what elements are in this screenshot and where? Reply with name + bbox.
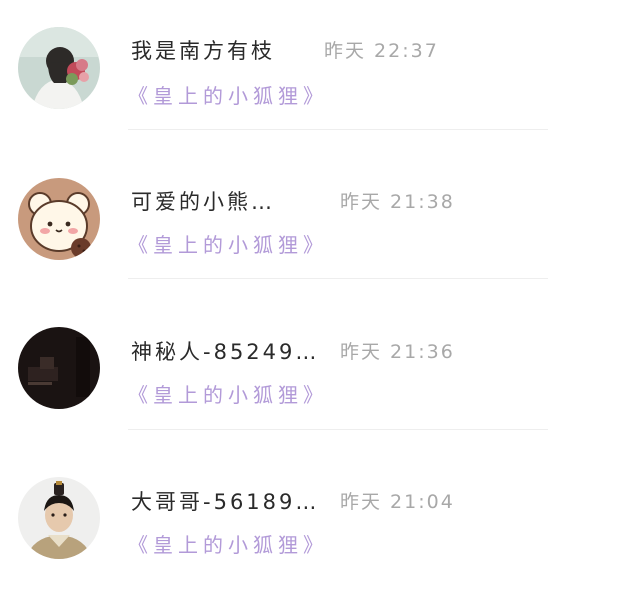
username[interactable]: 我是南方有枝: [131, 35, 275, 65]
username[interactable]: 大哥哥-56189…: [131, 486, 319, 516]
list-item[interactable]: 神秘人-85249… 昨天 21:36 《皇上的小狐狸》: [0, 300, 640, 450]
costume-prince-icon: [18, 477, 100, 559]
timestamp: 昨天 22:37: [324, 40, 439, 62]
divider: [128, 278, 548, 279]
book-title[interactable]: 《皇上的小狐狸》: [128, 80, 328, 109]
avatar[interactable]: [18, 178, 100, 260]
avatar[interactable]: [18, 327, 100, 409]
timestamp: 昨天 21:38: [340, 191, 455, 213]
list-item[interactable]: 我是南方有枝 昨天 22:37 《皇上的小狐狸》: [0, 0, 640, 150]
girl-with-flowers-icon: [18, 27, 100, 109]
avatar[interactable]: [18, 27, 100, 109]
cartoon-bear-icon: [18, 178, 100, 260]
book-title[interactable]: 《皇上的小狐狸》: [128, 379, 328, 408]
book-title[interactable]: 《皇上的小狐狸》: [128, 529, 328, 558]
timestamp: 昨天 21:04: [340, 491, 455, 513]
username[interactable]: 神秘人-85249…: [131, 336, 319, 366]
avatar[interactable]: [18, 477, 100, 559]
list-item[interactable]: 大哥哥-56189… 昨天 21:04 《皇上的小狐狸》: [0, 450, 640, 600]
divider: [128, 429, 548, 430]
dark-piano-icon: [18, 327, 100, 409]
divider: [128, 129, 548, 130]
book-title[interactable]: 《皇上的小狐狸》: [128, 229, 328, 258]
list-item[interactable]: 可爱的小熊… 昨天 21:38 《皇上的小狐狸》: [0, 150, 640, 300]
timestamp: 昨天 21:36: [340, 341, 455, 363]
username[interactable]: 可爱的小熊…: [131, 186, 275, 216]
comment-list: 我是南方有枝 昨天 22:37 《皇上的小狐狸》 可爱的小熊… 昨天 21:38…: [0, 0, 640, 583]
